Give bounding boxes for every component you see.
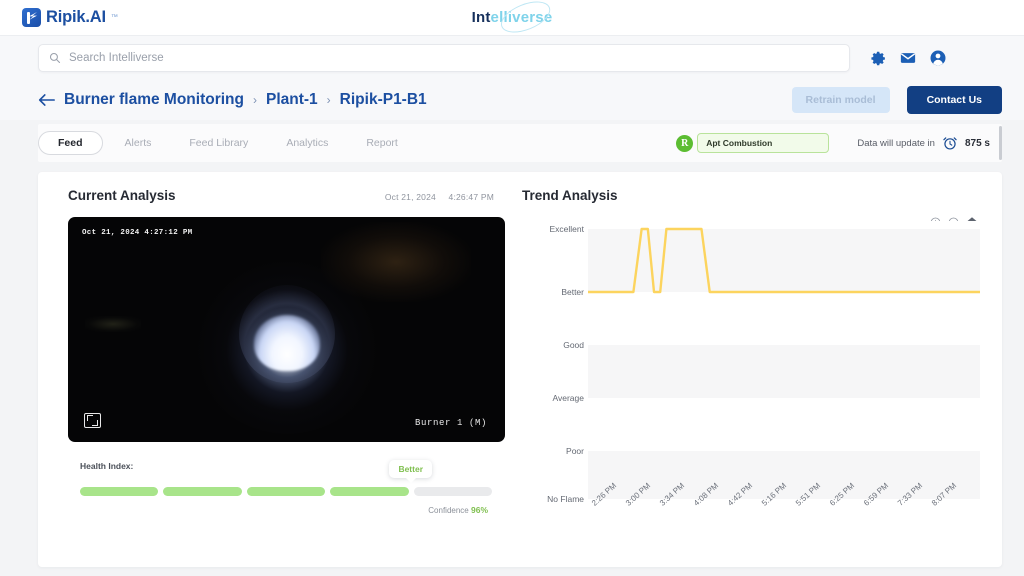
chart-plot-area	[588, 221, 980, 499]
alarm-clock-icon	[942, 135, 958, 151]
search-placeholder: Search Intelliverse	[69, 52, 164, 64]
breadcrumb-item-burner[interactable]: Ripik-P1-B1	[340, 91, 427, 109]
tab-bar: Feed Alerts Feed Library Analytics Repor…	[38, 124, 1002, 162]
health-segment	[414, 487, 492, 496]
breadcrumb-item-monitoring[interactable]: Burner flame Monitoring	[64, 91, 244, 109]
header-icon-group	[870, 49, 947, 67]
y-tick-average: Average	[552, 393, 584, 403]
intelliverse-logo-prefix: Int	[472, 9, 491, 26]
video-timestamp: Oct 21, 2024 4:27:12 PM	[82, 229, 192, 237]
back-arrow-icon	[38, 93, 55, 107]
search-input[interactable]: Search Intelliverse	[38, 44, 850, 72]
confidence-label: Confidence	[428, 506, 468, 515]
update-timer: Data will update in 875 s	[857, 135, 990, 151]
account-icon[interactable]	[929, 49, 947, 67]
health-segment	[163, 487, 241, 496]
page-title: Current Analysis	[68, 188, 176, 203]
tab-bar-status: R Apt Combustion Data will update in 875…	[676, 133, 1002, 153]
chart-line-series	[588, 221, 980, 499]
content-card: Current Analysis Oct 21, 2024 4:26:47 PM…	[38, 172, 1002, 567]
back-button[interactable]	[38, 93, 55, 107]
y-tick-no-flame: No Flame	[547, 494, 584, 504]
current-analysis-header: Current Analysis Oct 21, 2024 4:26:47 PM	[68, 188, 494, 203]
health-segment	[80, 487, 158, 496]
current-analysis-date: Oct 21, 2024	[385, 192, 436, 202]
search-icon	[49, 52, 61, 64]
y-tick-better: Better	[561, 287, 584, 297]
chart-y-axis: Excellent Better Good Average Poor No Fl…	[522, 221, 584, 499]
update-timer-seconds: 875 s	[965, 138, 990, 149]
status-badge-label: Apt Combustion	[697, 133, 829, 153]
y-tick-excellent: Excellent	[550, 224, 585, 234]
tab-feed-library[interactable]: Feed Library	[173, 131, 264, 155]
burner-name-label: Burner 1 (M)	[415, 418, 487, 428]
trend-analysis-title: Trend Analysis	[522, 188, 980, 203]
contact-us-button[interactable]: Contact Us	[907, 86, 1002, 114]
mail-icon[interactable]	[899, 49, 917, 67]
current-analysis-time: 4:26:47 PM	[449, 192, 494, 202]
intelliverse-logo: Intelliverse	[472, 9, 553, 26]
app-root: Ripik.AI ™ Intelliverse Search Intellive…	[0, 0, 1024, 576]
breadcrumb-item-plant[interactable]: Plant-1	[266, 91, 318, 109]
current-analysis-timestamp: Oct 21, 2024 4:26:47 PM	[375, 192, 494, 202]
breadcrumb-separator: ›	[327, 93, 331, 107]
gear-icon[interactable]	[870, 50, 887, 67]
tab-report[interactable]: Report	[350, 131, 414, 155]
status-badge: R Apt Combustion	[676, 133, 829, 153]
intelliverse-logo-suffix: elliverse	[491, 9, 553, 26]
tab-bar-scrollbar[interactable]	[999, 126, 1002, 160]
search-row: Search Intelliverse	[0, 36, 1024, 80]
fullscreen-icon[interactable]	[84, 413, 101, 428]
breadcrumb: Burner flame Monitoring › Plant-1 › Ripi…	[0, 80, 1024, 120]
tab-list: Feed Alerts Feed Library Analytics Repor…	[38, 131, 414, 155]
ripik-logo-icon	[22, 8, 41, 27]
tab-alerts[interactable]: Alerts	[109, 131, 168, 155]
ripik-logo[interactable]: Ripik.AI ™	[22, 8, 118, 27]
current-analysis-panel: Current Analysis Oct 21, 2024 4:26:47 PM…	[38, 172, 514, 567]
tab-feed[interactable]: Feed	[38, 131, 103, 155]
trademark-mark: ™	[111, 14, 118, 21]
brand-bar: Ripik.AI ™ Intelliverse	[0, 0, 1024, 36]
health-index-tooltip: Better	[389, 460, 432, 478]
breadcrumb-separator: ›	[253, 93, 257, 107]
confidence-value: 96%	[471, 505, 488, 515]
health-segment	[330, 487, 408, 496]
ripik-logo-text: Ripik.AI	[46, 8, 106, 27]
tab-analytics[interactable]: Analytics	[270, 131, 344, 155]
flame-core	[254, 315, 320, 371]
burner-video-feed[interactable]: Oct 21, 2024 4:27:12 PM Burner 1 (M)	[68, 217, 505, 442]
health-segment	[247, 487, 325, 496]
retrain-model-button[interactable]: Retrain model	[792, 87, 890, 113]
health-index-meter: Better Confidence 96%	[80, 487, 492, 515]
y-tick-poor: Poor	[566, 446, 584, 456]
chart-x-axis: 2:26 PM 3:00 PM 3:34 PM 4:08 PM 4:42 PM …	[588, 501, 980, 541]
ripik-badge-icon: R	[676, 135, 693, 152]
update-timer-text: Data will update in	[857, 138, 935, 149]
trend-chart[interactable]: Excellent Better Good Average Poor No Fl…	[522, 221, 980, 536]
trend-analysis-panel: Trend Analysis	[514, 172, 1002, 567]
confidence-readout: Confidence 96%	[80, 505, 492, 515]
y-tick-good: Good	[563, 340, 584, 350]
health-index-bars	[80, 487, 492, 496]
video-cool-patch	[85, 316, 141, 332]
